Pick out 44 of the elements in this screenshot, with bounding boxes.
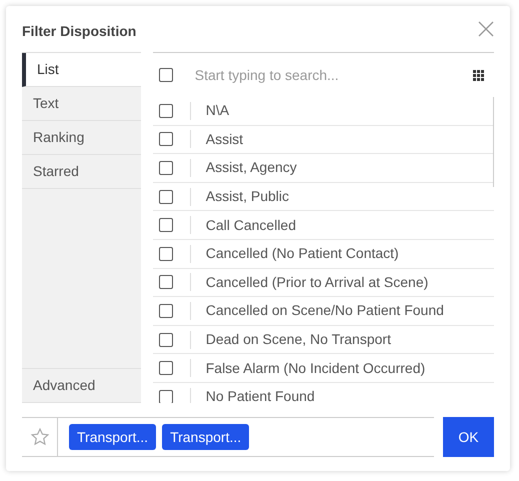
checkbox[interactable] [158,304,173,318]
checkbox[interactable] [158,160,173,175]
row-label: Assist [206,130,244,149]
list-row[interactable]: Assist, Public [152,182,494,212]
dialog-title: Filter Disposition [22,22,136,41]
grid-icon[interactable] [473,70,484,80]
checkbox[interactable] [158,390,173,403]
checkbox[interactable] [158,332,173,347]
list-row[interactable]: Assist [152,126,494,154]
filter-chip[interactable]: Transport... [69,424,156,450]
checkbox[interactable] [158,68,173,82]
row-label: Cancelled (Prior to Arrival at Scene) [206,272,428,292]
search-field[interactable]: Start typing to search... [194,64,473,86]
row-label: Call Cancelled [206,216,296,235]
list-row[interactable]: Cancelled on Scene/No Patient Found [152,297,494,326]
row-label: Assist, Public [206,187,289,206]
checkbox[interactable] [158,218,173,232]
filter-chip[interactable]: Transport... [162,424,250,450]
list-row[interactable]: N\A [152,97,494,126]
checkbox[interactable] [158,246,173,261]
row-label: Assist, Agency [206,158,297,178]
list-row[interactable]: Dead on Scene, No Transport [152,326,494,354]
row-label: N\A [206,101,230,120]
row-label: Cancelled on Scene/No Patient Found [206,301,444,320]
list-row[interactable]: No Patient Found [152,382,494,403]
checkbox[interactable] [158,104,173,118]
checkbox[interactable] [158,190,173,204]
ok-button[interactable]: OK [443,417,494,457]
star-icon[interactable] [30,427,50,447]
scrollbar[interactable] [493,97,494,187]
row-label: Cancelled (No Patient Contact) [206,244,399,264]
close-icon[interactable] [478,21,494,37]
checkbox[interactable] [158,361,173,376]
list-row[interactable]: Cancelled (Prior to Arrival at Scene) [152,268,494,298]
list-row[interactable]: Call Cancelled [152,211,494,240]
row-label: No Patient Found [206,387,315,403]
sidebar-tab[interactable]: List [22,53,141,87]
list-row[interactable]: Cancelled (No Patient Contact) [152,240,494,269]
checkbox[interactable] [158,275,173,290]
list-row[interactable]: Assist, Agency [152,154,494,183]
checkbox[interactable] [158,132,173,146]
row-label: False Alarm (No Incident Occurred) [206,358,426,378]
list-row[interactable]: False Alarm (No Incident Occurred) [152,354,494,383]
row-label: Dead on Scene, No Transport [206,330,391,350]
